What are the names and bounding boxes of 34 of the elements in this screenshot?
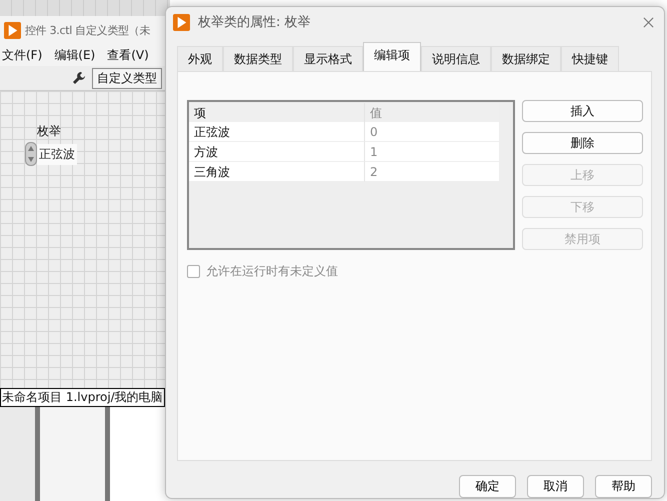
spinner-arrows-icon[interactable]	[25, 142, 37, 166]
tab[interactable]: 外观	[177, 46, 223, 72]
close-icon[interactable]	[643, 16, 654, 28]
tab[interactable]: 快捷键	[561, 46, 619, 72]
menu-item[interactable]: 文件(F)	[2, 46, 42, 64]
dialog-title: 枚举类的属性: 枚举	[198, 14, 311, 32]
play-logo-icon	[173, 14, 190, 31]
menu-item[interactable]: 编辑(E)	[54, 46, 96, 64]
table-cell[interactable]: 三角波	[189, 162, 365, 182]
tab[interactable]: 数据类型	[223, 46, 293, 72]
tab[interactable]: 数据绑定	[491, 46, 561, 72]
checkbox-label: 允许在运行时有未定义值	[206, 263, 338, 280]
tab[interactable]: 说明信息	[421, 46, 491, 72]
side-button[interactable]: 删除	[522, 132, 643, 154]
tab[interactable]: 编辑项	[363, 42, 421, 72]
table-cell[interactable]: 正弦波	[189, 122, 365, 142]
table-cell: 2	[365, 162, 499, 182]
dialog-button[interactable]: 取消	[527, 475, 584, 498]
table-cell[interactable]: 方波	[189, 142, 365, 162]
table-cell: 0	[365, 122, 499, 142]
dialog-button[interactable]: 帮助	[595, 475, 652, 498]
play-logo-icon	[4, 22, 21, 38]
tab[interactable]: 显示格式	[293, 46, 363, 72]
column-header: 值	[369, 105, 383, 122]
project-path-label: 未命名项目 1.lvproj/我的电脑	[0, 388, 165, 407]
side-button[interactable]: 插入	[522, 100, 643, 122]
wrench-icon[interactable]	[72, 71, 86, 85]
control-label: 枚举	[37, 123, 62, 140]
dialog-button[interactable]: 确定	[459, 475, 516, 498]
window-title: 控件 3.ctl 自定义类型（未	[25, 22, 150, 38]
enum-value[interactable]: 正弦波	[37, 144, 77, 164]
menu-item[interactable]: 查看(V)	[107, 46, 149, 64]
table-cell: 1	[365, 142, 499, 162]
type-field[interactable]: 自定义类型	[92, 68, 162, 88]
